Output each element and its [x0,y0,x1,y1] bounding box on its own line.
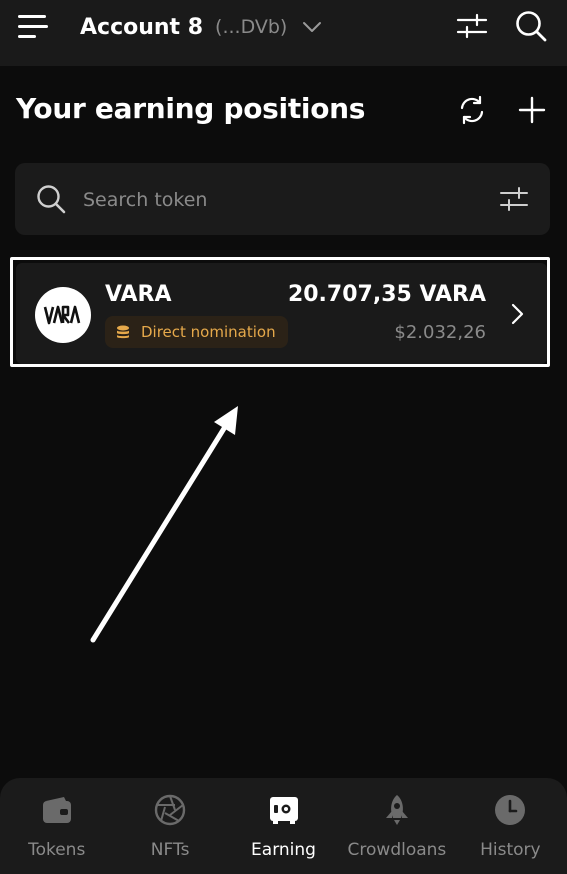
chevron-down-icon [303,22,322,32]
nav-tokens[interactable]: Tokens [0,778,113,874]
search-icon[interactable] [514,9,548,43]
nav-label: NFTs [150,840,190,860]
rocket-icon [385,795,408,825]
nav-crowdloans[interactable]: Crowdloans [340,778,453,874]
wallet-icon [42,797,71,823]
earning-screen: Account 8 (...DVb) Your earning position… [0,0,567,874]
search-bar [15,163,550,235]
search-input[interactable] [81,177,485,223]
nav-earning[interactable]: Earning [227,778,340,874]
account-address: (...DVb) [215,16,288,38]
nav-nfts[interactable]: NFTs [113,778,226,874]
nav-label: Earning [251,840,316,860]
nav-label: Crowdloans [347,840,447,860]
page-title: Your earning positions [16,92,366,125]
add-icon[interactable] [516,94,548,126]
app-header: Account 8 (...DVb) [0,0,567,66]
account-selector[interactable]: Account 8 (...DVb) [80,10,323,44]
search-icon [37,185,66,214]
nav-label: Tokens [28,840,86,860]
highlight-frame [10,257,550,367]
aperture-icon [154,794,186,826]
menu-icon[interactable] [16,12,50,40]
nav-label: History [480,840,541,860]
filter-icon[interactable] [499,185,529,213]
filter-icon[interactable] [456,12,488,40]
account-name: Account 8 [80,14,204,40]
safe-icon [269,797,298,824]
bottom-navigation: Tokens NFTs Earning Crowdloans History [0,778,567,874]
nav-history[interactable]: History [454,778,567,874]
reload-icon[interactable] [456,94,488,126]
annotation-arrow [90,406,238,643]
clock-icon [495,795,526,825]
